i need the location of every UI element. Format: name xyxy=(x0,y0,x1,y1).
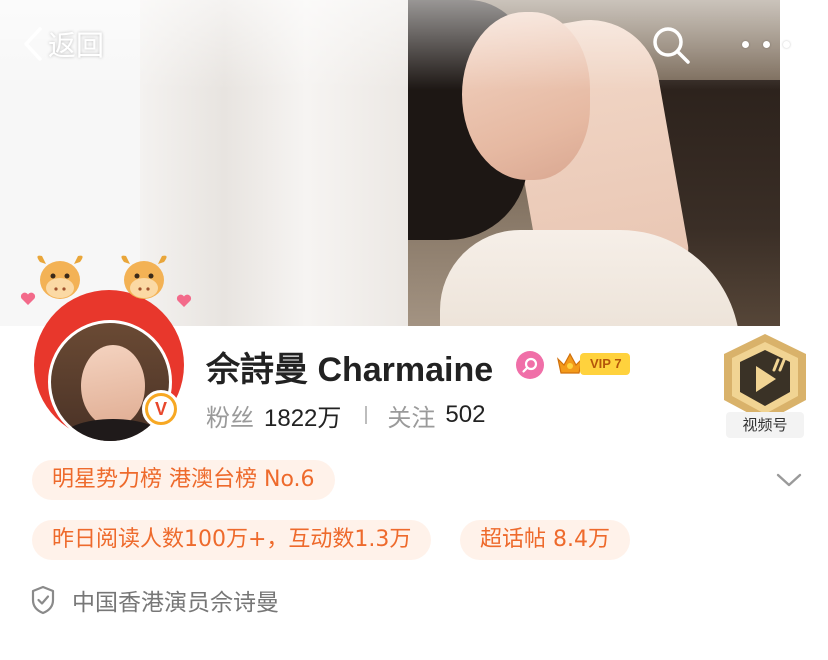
verified-v-icon: V xyxy=(148,396,174,422)
verification-info: 中国香港演员佘诗曼 xyxy=(30,584,279,616)
back-button[interactable]: 返回 xyxy=(22,24,104,64)
heart-icon xyxy=(176,294,192,307)
verification-text: 中国香港演员佘诗曼 xyxy=(72,590,279,616)
ox-icon xyxy=(121,255,167,299)
following-stat[interactable]: 关注 502 xyxy=(387,398,485,433)
following-value: 502 xyxy=(445,401,486,428)
female-icon xyxy=(516,351,544,379)
more-icon-dot xyxy=(783,40,790,48)
search-button[interactable] xyxy=(650,24,692,66)
heart-icon xyxy=(20,292,36,305)
super-topic-tag[interactable]: 超话帖 8.4万 xyxy=(460,520,630,560)
avatar-face xyxy=(81,345,145,427)
followers-stat[interactable]: 粉丝 1822万 xyxy=(206,398,341,433)
vip-badge[interactable]: VIP 7 xyxy=(556,349,630,379)
search-icon xyxy=(650,27,692,70)
back-label: 返回 xyxy=(48,29,105,62)
shield-check-icon xyxy=(31,585,55,615)
video-channel-label[interactable]: 视频号 xyxy=(726,412,804,438)
chevron-left-icon xyxy=(22,26,44,62)
following-label: 关注 xyxy=(387,403,436,432)
profile-name: 佘詩曼 Charmaine xyxy=(206,351,494,389)
rank-tag[interactable]: 明星势力榜 港澳台榜 No.6 xyxy=(32,460,335,500)
reads-tag[interactable]: 昨日阅读人数100万+，互动数1.3万 xyxy=(32,520,432,560)
stat-divider xyxy=(365,406,368,424)
more-icon-dot xyxy=(762,40,770,48)
follow-stats: 粉丝 1822万 关注 502 xyxy=(206,398,485,433)
verified-badge: V xyxy=(142,390,180,428)
vip-label: VIP 7 xyxy=(580,353,630,375)
avatar-group[interactable]: V xyxy=(20,250,192,444)
top-bar: 返回 xyxy=(0,0,828,88)
followers-label: 粉丝 xyxy=(206,403,254,432)
ox-icon xyxy=(37,255,83,299)
more-button[interactable] xyxy=(742,28,790,60)
more-icon-dot xyxy=(742,40,749,48)
chevron-down-icon[interactable] xyxy=(776,470,802,490)
followers-value: 1822万 xyxy=(264,404,342,432)
